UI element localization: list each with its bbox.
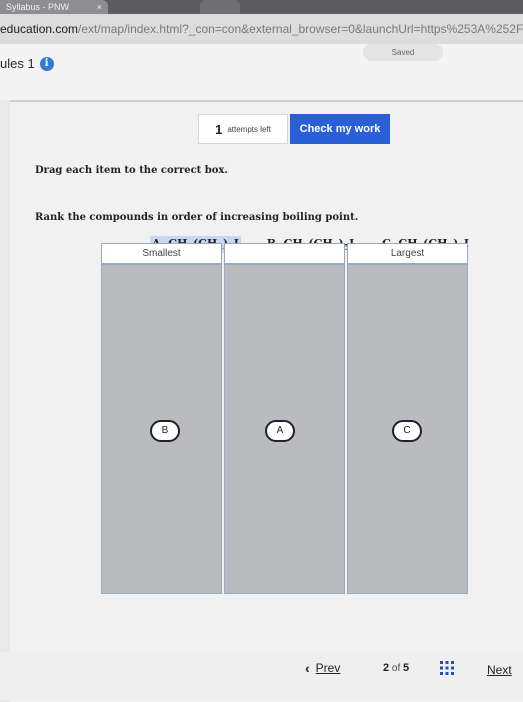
- rank-header-smallest: Smallest: [101, 243, 222, 264]
- page-separator: of: [391, 663, 401, 674]
- rank-header-largest: Largest: [347, 243, 468, 264]
- footer-navigation: ‹ Prev 2 of 5 Next: [0, 652, 523, 700]
- answer-chip-c[interactable]: C: [392, 420, 422, 442]
- close-icon[interactable]: ×: [97, 0, 102, 14]
- url-path: /ext/map/index.html?_con=con&external_br…: [78, 22, 523, 36]
- saved-status-badge: Saved: [363, 44, 443, 61]
- next-button[interactable]: Next: [487, 663, 512, 677]
- browser-tab-title: Syllabus - PNW: [6, 2, 70, 12]
- answer-chip-b[interactable]: B: [150, 420, 180, 442]
- answer-chip-a[interactable]: A: [265, 420, 295, 442]
- rank-header-middle: [224, 243, 345, 264]
- info-icon[interactable]: i: [39, 56, 54, 71]
- instruction-text: Drag each item to the correct box.: [35, 165, 228, 176]
- grid-icon[interactable]: [440, 661, 454, 675]
- module-title-text: ules 1: [0, 56, 35, 71]
- drop-zone-1[interactable]: B: [101, 264, 222, 594]
- module-title: ules 1 i: [0, 56, 54, 71]
- attempts-label: attempts left: [227, 124, 271, 134]
- attempts-count: 1: [215, 121, 223, 137]
- attempts-counter: 1 attempts left: [198, 114, 288, 144]
- browser-tab-strip: Syllabus - PNW ×: [0, 0, 523, 14]
- drop-zone-3[interactable]: C: [347, 264, 468, 594]
- prev-button[interactable]: ‹ Prev: [305, 660, 340, 676]
- prev-label: Prev: [315, 661, 341, 675]
- url-domain: education.com: [0, 22, 79, 36]
- ranking-headers: Smallest Largest: [101, 243, 468, 264]
- page-current: 2: [383, 662, 390, 674]
- ranking-drop-zones: B A C: [101, 264, 468, 594]
- address-bar[interactable]: education.com/ext/map/index.html?_con=co…: [0, 14, 523, 44]
- chevron-left-icon: ‹: [305, 660, 310, 676]
- url-text: education.com/ext/map/index.html?_con=co…: [0, 20, 523, 38]
- app-header: ules 1 i: [0, 44, 523, 100]
- browser-tab[interactable]: Syllabus - PNW ×: [0, 0, 108, 14]
- drop-zone-2[interactable]: A: [224, 264, 345, 594]
- check-my-work-button[interactable]: Check my work: [290, 114, 390, 144]
- page-indicator: 2 of 5: [383, 662, 409, 674]
- page-total: 5: [403, 662, 410, 674]
- question-prompt: Rank the compounds in order of increasin…: [35, 212, 359, 223]
- browser-tab-2[interactable]: [200, 0, 240, 14]
